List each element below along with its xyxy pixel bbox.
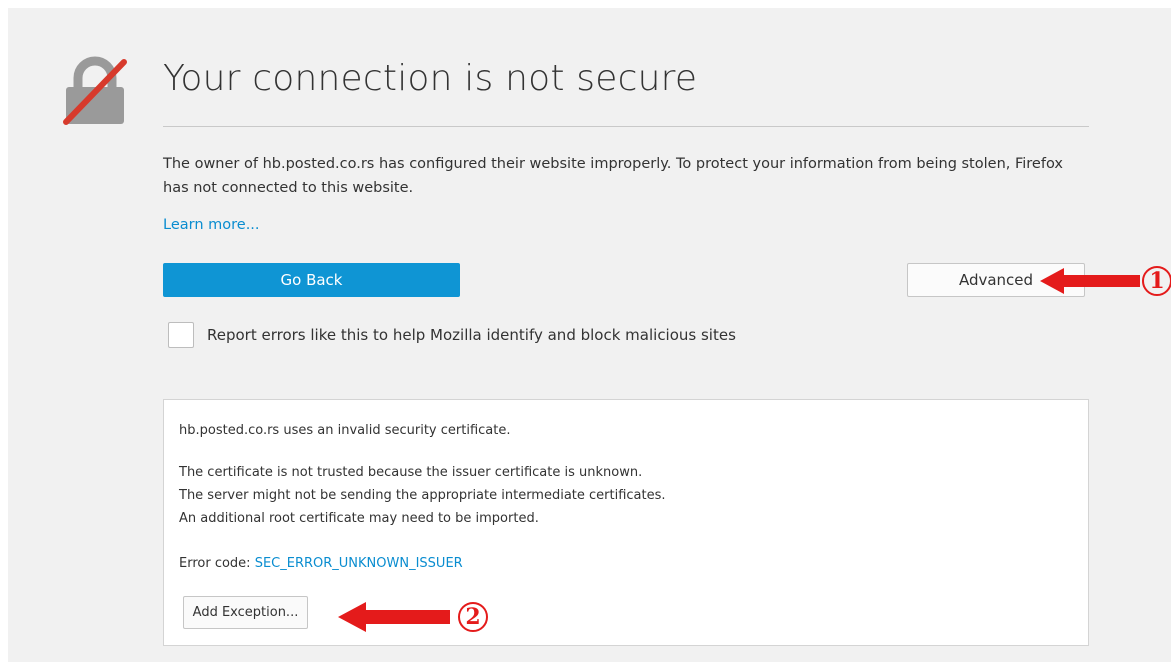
report-errors-checkbox[interactable]	[168, 322, 194, 348]
error-code-line: Error code: SEC_ERROR_UNKNOWN_ISSUER	[179, 553, 463, 576]
cert-invalid-text: hb.posted.co.rs uses an invalid security…	[179, 423, 511, 438]
cert-reason-line3: An additional root certificate may need …	[179, 511, 539, 526]
cert-reason-line2: The server might not be sending the appr…	[179, 488, 666, 503]
annotation-arrow-1	[1040, 268, 1140, 294]
add-exception-button[interactable]: Add Exception...	[183, 596, 308, 629]
go-back-button[interactable]: Go Back	[163, 263, 460, 297]
report-errors-label: Report errors like this to help Mozilla …	[207, 326, 736, 344]
report-errors-row: Report errors like this to help Mozilla …	[168, 322, 736, 348]
annotation-step-2: 2	[458, 602, 488, 632]
error-description: The owner of hb.posted.co.rs has configu…	[163, 156, 1063, 196]
cert-reason-line1: The certificate is not trusted because t…	[179, 465, 643, 480]
error-code-label: Error code:	[179, 556, 251, 571]
learn-more-link[interactable]: Learn more...	[163, 217, 260, 233]
title-divider	[163, 126, 1089, 127]
error-code-link[interactable]: SEC_ERROR_UNKNOWN_ISSUER	[255, 556, 463, 571]
broken-lock-icon	[63, 56, 127, 125]
annotation-step-1: 1	[1142, 266, 1171, 296]
annotation-arrow-2	[338, 602, 450, 632]
page-title: Your connection is not secure	[163, 58, 698, 99]
advanced-details-panel: hb.posted.co.rs uses an invalid security…	[163, 399, 1089, 646]
